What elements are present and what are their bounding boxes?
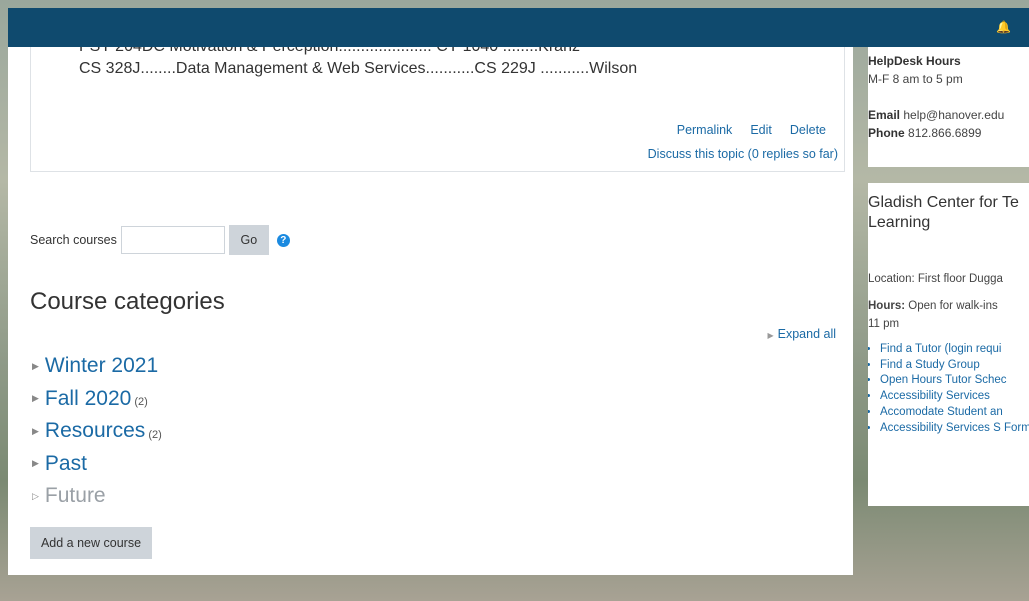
helpdesk-hours: M-F 8 am to 5 pm — [868, 72, 963, 86]
category-item-fall-2020[interactable]: ▶ Fall 2020 (2) — [32, 383, 162, 416]
forum-post: PSY 204DC Motivation & Perception.......… — [30, 47, 845, 172]
expand-triangle-icon: ▶ — [32, 360, 39, 371]
gladish-links: Find a Tutor (login requi Find a Study G… — [868, 342, 1029, 436]
expand-triangle-icon: ▷ — [32, 490, 39, 501]
phone-label: Phone — [868, 126, 905, 140]
helpdesk-heading: HelpDesk Hours — [868, 54, 961, 68]
link-find-tutor[interactable]: Find a Tutor (login requi — [880, 342, 1029, 358]
link-open-hours-tutor[interactable]: Open Hours Tutor Schec — [880, 373, 1029, 389]
gladish-hours: Hours: Open for walk-ins 11 pm — [868, 297, 998, 333]
helpdesk-email-row: Email help@hanover.edu — [868, 108, 1004, 122]
expand-all-label: Expand all — [777, 327, 836, 341]
helpdesk-block: HelpDesk Hours M-F 8 am to 5 pm Email he… — [868, 47, 1029, 167]
gladish-title: Gladish Center for Te Learning — [868, 194, 1019, 231]
permalink-link[interactable]: Permalink — [677, 123, 733, 137]
link-accessibility-services[interactable]: Accessibility Services — [880, 389, 1029, 405]
top-navbar: 🔔 — [8, 8, 1029, 47]
bell-icon[interactable]: 🔔 — [996, 20, 1011, 34]
hours-value: Open for walk-ins — [908, 300, 998, 312]
main-content: PSY 204DC Motivation & Perception.......… — [8, 47, 853, 575]
phone-value: 812.866.6899 — [908, 126, 982, 140]
category-name: Winter 2021 — [44, 354, 159, 378]
category-name: Future — [44, 484, 106, 508]
post-line: CS 328J........Data Management & Web Ser… — [79, 60, 638, 77]
edit-link[interactable]: Edit — [750, 123, 772, 137]
expand-triangle-icon: ▶ — [32, 393, 39, 404]
question-circle-icon[interactable]: ? — [276, 233, 290, 247]
location-label: Location: — [868, 273, 915, 285]
link-accommodate-student[interactable]: Accomodate Student an — [880, 405, 1029, 421]
category-count: (2) — [148, 428, 162, 441]
post-actions: Permalink Edit Delete — [659, 123, 826, 137]
helpdesk-phone-row: Phone 812.866.6899 — [868, 126, 981, 140]
add-course-button[interactable]: Add a new course — [30, 527, 152, 559]
category-list: ▶ Winter 2021 ▶ Fall 2020 (2) ▶ Resources (2)… — [32, 350, 162, 513]
hours-label: Hours: — [868, 300, 906, 312]
email-value[interactable]: help@hanover.edu — [903, 108, 1004, 122]
link-find-study-group[interactable]: Find a Study Group — [880, 358, 1029, 374]
category-item-winter-2021[interactable]: ▶ Winter 2021 — [32, 350, 162, 383]
category-name: Past — [44, 451, 87, 475]
discuss-topic-link[interactable]: Discuss this topic (0 replies so far) — [648, 147, 838, 161]
category-name: Resources — [44, 419, 146, 443]
link-accessibility-form[interactable]: Accessibility Services S Form — [880, 421, 1029, 437]
category-name: Fall 2020 — [44, 386, 132, 410]
gladish-location: Location: First floor Dugga — [868, 273, 1003, 285]
course-categories-title: Course categories — [30, 288, 225, 315]
post-line-partial: PSY 204DC Motivation & Perception.......… — [79, 47, 580, 56]
expand-triangle-icon: ▶ — [32, 458, 39, 469]
search-input[interactable] — [120, 226, 225, 254]
course-search: Search courses Go ? — [30, 225, 290, 255]
location-value: First floor Dugga — [917, 273, 1003, 285]
expand-triangle-icon: ▶ — [32, 425, 39, 436]
gladish-center-block: Gladish Center for Te Learning Location:… — [868, 183, 1029, 506]
category-item-past[interactable]: ▶ Past — [32, 448, 162, 481]
go-button[interactable]: Go — [228, 225, 269, 255]
email-label: Email — [868, 108, 901, 122]
hours-cont: 11 pm — [868, 318, 900, 330]
delete-link[interactable]: Delete — [790, 123, 826, 137]
category-count: (2) — [134, 396, 148, 408]
expand-all-link[interactable]: ▶ Expand all — [767, 327, 836, 341]
search-label: Search courses — [30, 233, 117, 247]
category-item-future[interactable]: ▷ Future — [32, 480, 162, 513]
triangle-right-icon: ▶ — [767, 331, 774, 340]
category-item-resources[interactable]: ▶ Resources (2) — [32, 415, 162, 448]
